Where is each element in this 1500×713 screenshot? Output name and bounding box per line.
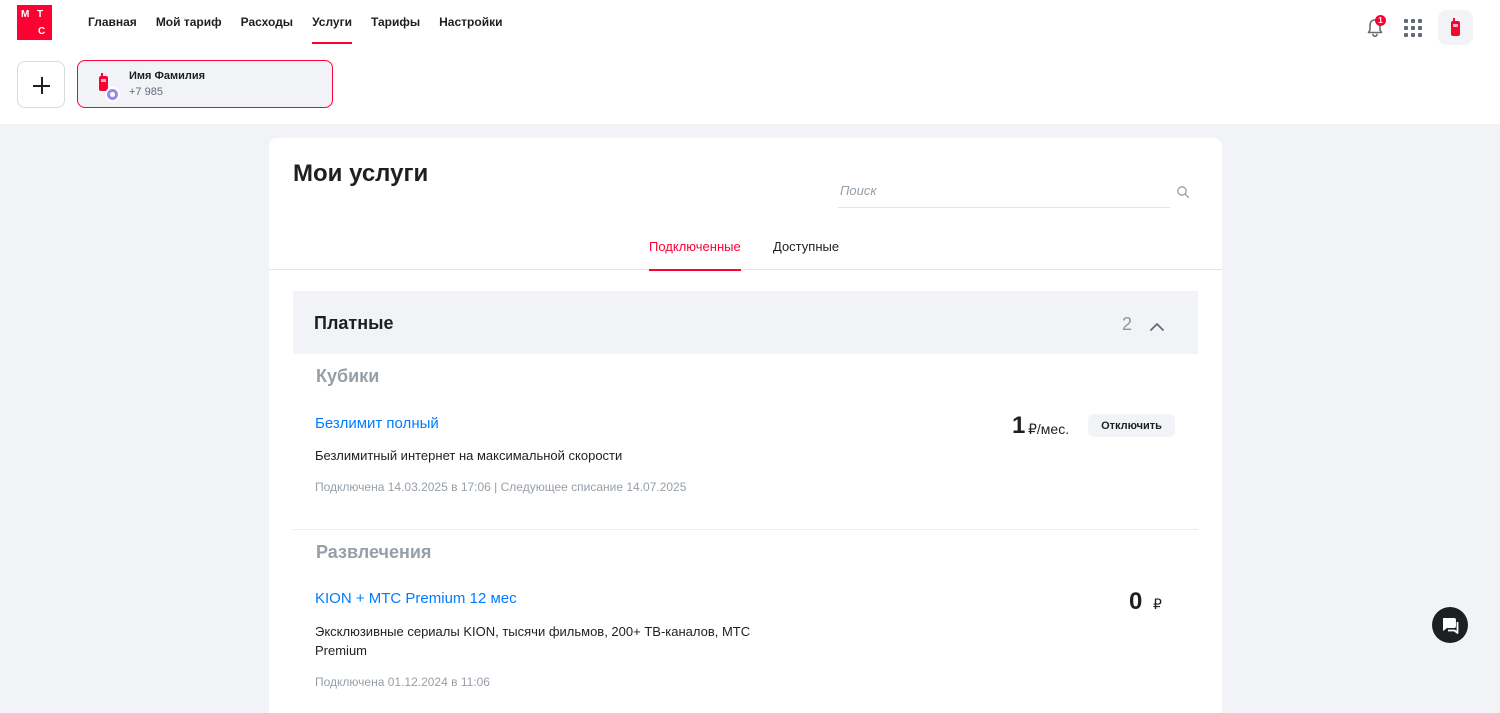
service-name-link[interactable]: Безлимит полный xyxy=(315,415,439,432)
search-input[interactable] xyxy=(838,178,1138,202)
service-meta: Подключена 01.12.2024 в 11:06 xyxy=(315,675,490,689)
phone-icon xyxy=(1451,18,1460,36)
service-price-unit: ₽/мес. xyxy=(1028,421,1070,437)
page-title: Мои услуги xyxy=(293,160,429,187)
account-phone: +7 985 xyxy=(129,86,163,98)
service-description: Безлимитный интернет на максимальной ско… xyxy=(315,448,623,463)
chat-icon xyxy=(1443,618,1459,634)
tab-connected[interactable]: Подключенные xyxy=(649,239,741,271)
nav-item-tariffs[interactable]: Тарифы xyxy=(371,0,420,44)
apps-grid-icon[interactable] xyxy=(1404,19,1422,37)
category-title: Кубики xyxy=(316,366,380,386)
nav-item-services[interactable]: Услуги xyxy=(312,0,352,44)
chevron-up-icon[interactable] xyxy=(1150,320,1164,334)
search-field xyxy=(838,178,1190,208)
account-card[interactable]: Имя Фамилия +7 985 xyxy=(77,60,333,108)
account-name: Имя Фамилия xyxy=(129,70,206,82)
tab-available[interactable]: Доступные xyxy=(773,239,839,270)
service-meta: Подключена 14.03.2025 в 17:06 | Следующе… xyxy=(315,480,687,494)
mts-logo[interactable]: М Т С xyxy=(17,5,52,40)
services-tabs: Подключенные Доступные xyxy=(269,228,1222,271)
service-description: Эксклюзивные сериалы KION, тысячи фильмо… xyxy=(315,624,751,658)
service-price-unit: ₽ xyxy=(1153,596,1162,612)
divider xyxy=(293,529,1198,530)
category-title: Развлечения xyxy=(316,542,432,562)
service-name-link[interactable]: KION + МТС Premium 12 мес xyxy=(315,590,517,607)
search-icon[interactable] xyxy=(1176,185,1190,199)
service-price: 0 xyxy=(1129,588,1143,615)
section-header-paid[interactable]: Платные 2 xyxy=(293,291,1198,354)
disconnect-button[interactable]: Отключить xyxy=(1088,414,1175,437)
section-count: 2 xyxy=(1122,314,1133,334)
service-price: 1 xyxy=(1012,412,1026,439)
nav-item-settings[interactable]: Настройки xyxy=(439,0,502,44)
logo-letter-3: С xyxy=(38,26,46,37)
account-status-icon xyxy=(105,87,120,102)
main-nav: Главная Мой тариф Расходы Услуги Тарифы … xyxy=(88,0,521,44)
nav-item-home[interactable]: Главная xyxy=(88,0,137,44)
notification-badge: 1 xyxy=(1375,15,1386,26)
add-account-button[interactable] xyxy=(17,61,65,108)
services-card: Мои услуги Подключенные Доступные Платны… xyxy=(269,138,1222,713)
chat-button[interactable] xyxy=(1432,607,1468,643)
nav-item-my-tariff[interactable]: Мой тариф xyxy=(156,0,222,44)
section-title: Платные xyxy=(314,313,394,333)
profile-avatar[interactable] xyxy=(1438,10,1473,45)
top-header: М Т С Главная Мой тариф Расходы Услуги Т… xyxy=(0,0,1500,124)
logo-letter-2: Т xyxy=(37,9,44,20)
logo-letter-1: М xyxy=(21,9,30,20)
nav-item-expenses[interactable]: Расходы xyxy=(241,0,293,44)
